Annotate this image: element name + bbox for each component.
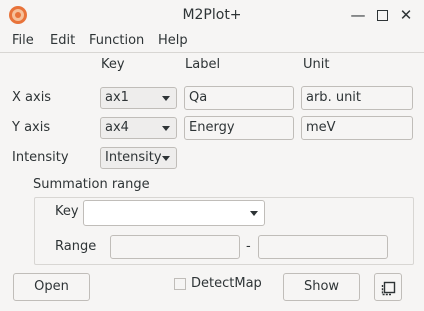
intensity-key-select[interactable]: Intensity [100, 147, 177, 169]
maximize-icon[interactable] [372, 5, 392, 25]
menu-file[interactable]: File [12, 32, 34, 50]
chevron-down-icon [162, 126, 170, 131]
chevron-down-icon [250, 211, 258, 216]
close-icon[interactable]: ✕ [396, 5, 416, 25]
column-unit-header: Unit [303, 57, 330, 72]
intensity-key-value: Intensity [105, 150, 161, 165]
range-separator: - [246, 239, 251, 254]
open-button[interactable]: Open [13, 273, 90, 301]
menu-function[interactable]: Function [89, 32, 144, 50]
window-overlay-icon [381, 281, 396, 296]
column-label-header: Label [185, 57, 221, 72]
intensity-label: Intensity [12, 150, 69, 165]
x-axis-label-input[interactable]: Qa [184, 86, 294, 110]
y-axis-label: Y axis [12, 120, 51, 135]
detectmap-checkbox[interactable] [174, 278, 186, 290]
range-to-input[interactable] [258, 235, 388, 259]
summation-range-title: Summation range [33, 177, 150, 192]
detectmap-label: DetectMap [191, 276, 262, 291]
x-axis-unit-input[interactable]: arb. unit [301, 86, 413, 110]
column-key-header: Key [101, 57, 125, 72]
x-axis-label: X axis [12, 90, 52, 105]
window-toggle-button[interactable] [374, 273, 402, 301]
y-axis-key-select[interactable]: ax4 [100, 117, 177, 139]
x-axis-key-value: ax1 [105, 90, 129, 105]
menu-edit[interactable]: Edit [50, 32, 75, 50]
x-axis-key-select[interactable]: ax1 [100, 87, 177, 109]
chevron-down-icon [162, 96, 170, 101]
summation-key-select[interactable] [83, 200, 265, 226]
minimize-icon[interactable]: — [348, 5, 368, 25]
summation-range-label: Range [55, 239, 97, 254]
range-from-input[interactable] [110, 235, 240, 259]
y-axis-unit-input[interactable]: meV [301, 116, 413, 140]
show-button[interactable]: Show [283, 273, 360, 301]
y-axis-label-input[interactable]: Energy [184, 116, 294, 140]
summation-key-label: Key [55, 204, 79, 219]
y-axis-key-value: ax4 [105, 120, 129, 135]
menu-help[interactable]: Help [158, 32, 188, 50]
chevron-down-icon [162, 156, 170, 161]
